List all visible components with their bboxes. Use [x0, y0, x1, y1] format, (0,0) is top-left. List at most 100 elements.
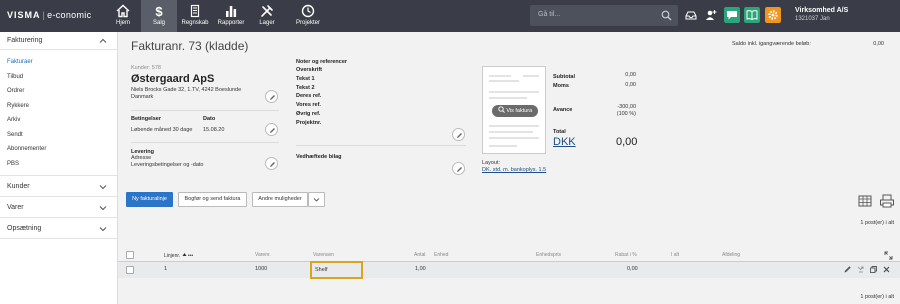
- sidebar-item-abonnementer[interactable]: Abonnementer: [0, 142, 117, 157]
- avance-percent: (100 %): [616, 111, 636, 117]
- chevron-up-icon: [99, 38, 107, 43]
- chat-icon[interactable]: [724, 7, 740, 23]
- more-options-button[interactable]: Andre muligheder: [252, 192, 308, 207]
- field-tekst-2: Tekst 2: [296, 85, 315, 91]
- sidebar-item-sendt[interactable]: Sendt: [0, 128, 117, 143]
- cell-antal[interactable]: 1,00: [415, 266, 426, 272]
- sidebar-section-fakturering[interactable]: Fakturering: [0, 32, 117, 50]
- currency-link[interactable]: DKK: [553, 136, 576, 148]
- edit-delivery-button[interactable]: [265, 157, 278, 170]
- edit-terms-button[interactable]: [265, 123, 278, 136]
- edit-attachments-button[interactable]: [452, 162, 465, 175]
- customer-country: Danmark: [131, 94, 154, 100]
- clock-icon: [301, 4, 315, 18]
- row-checkbox[interactable]: [126, 266, 134, 274]
- delete-x-icon[interactable]: [882, 265, 891, 274]
- pencil-icon[interactable]: [843, 265, 852, 274]
- table-view-icon[interactable]: [855, 192, 875, 210]
- col-afdeling[interactable]: Afdeling: [722, 252, 740, 258]
- chevron-down-icon: [313, 198, 320, 202]
- sidebar-section-kunder[interactable]: Kunder: [0, 176, 117, 197]
- search-icon[interactable]: [661, 10, 672, 21]
- record-count-top: 1 post(er) i alt: [860, 220, 894, 226]
- tools-icon: [261, 5, 273, 17]
- top-navigation-bar: VISMA | e-conomic Hjem $ Salg Regnskab Rap…: [0, 0, 900, 32]
- sidebar-item-arkiv[interactable]: Arkiv: [0, 113, 117, 128]
- print-icon[interactable]: [877, 192, 897, 210]
- table-row[interactable]: 1 1000 1,00 0,00: [118, 262, 900, 278]
- search-icon: [498, 106, 505, 113]
- saldo-label: Saldo inkl. igangværende beløb:: [732, 41, 811, 47]
- sidebar-section-opsaetning[interactable]: Opsætning: [0, 218, 117, 239]
- sidebar-item-tilbud[interactable]: Tilbud: [0, 70, 117, 85]
- cell-varenr[interactable]: 1000: [255, 266, 267, 272]
- customer-name[interactable]: Østergaard ApS: [131, 73, 214, 85]
- chevron-down-icon: [99, 227, 107, 232]
- record-count-bottom: 1 post(er) i alt: [860, 294, 894, 300]
- delivery-terms: Leveringsbetingelser og -dato: [131, 162, 204, 168]
- sort-ascending-icon: [182, 253, 187, 256]
- edit-customer-button[interactable]: [265, 90, 278, 103]
- nav-tab-hjem[interactable]: Hjem: [105, 0, 141, 32]
- nav-tab-salg[interactable]: $ Salg: [141, 0, 177, 32]
- sidebar-section-varer[interactable]: Varer: [0, 197, 117, 218]
- divider: [131, 142, 279, 143]
- pencil-icon: [269, 161, 275, 167]
- cell-linjenr: 1: [164, 266, 168, 272]
- split-icon[interactable]: [856, 265, 865, 274]
- book-icon[interactable]: [744, 7, 760, 23]
- attachments-label: Vedhæftede bilag: [296, 154, 342, 160]
- field-overskrift: Overskrift: [296, 67, 322, 73]
- col-linjenr[interactable]: Linjenr. •••: [164, 252, 193, 259]
- col-varenavn[interactable]: Varenavn: [313, 252, 334, 258]
- field-vores-ref: Vores ref.: [296, 102, 321, 108]
- bar-chart-icon: [226, 6, 237, 17]
- pencil-icon: [269, 94, 275, 100]
- sidebar-item-pbs[interactable]: PBS: [0, 157, 117, 172]
- sidebar-item-ordrer[interactable]: Ordrer: [0, 84, 117, 99]
- col-enhedspris[interactable]: Enhedspris: [536, 252, 561, 258]
- col-varenr[interactable]: Varenr.: [255, 252, 271, 258]
- column-options-icon[interactable]: •••: [188, 253, 193, 259]
- field-deres-ref: Deres ref.: [296, 93, 322, 99]
- col-rabat[interactable]: Rabat i %: [615, 252, 637, 258]
- more-options-dropdown[interactable]: [308, 192, 325, 207]
- delivery-address: Adresse: [131, 155, 152, 161]
- user-add-icon[interactable]: [703, 7, 719, 23]
- col-enhed[interactable]: Enhed: [434, 252, 448, 258]
- copy-icon[interactable]: [869, 265, 878, 274]
- sidebar-item-fakturaer[interactable]: Fakturaer: [0, 55, 117, 70]
- subtotal-label: Subtotal: [553, 74, 575, 80]
- home-icon: [116, 4, 130, 18]
- account-info[interactable]: Virksomhed A/S 1321037 Jan: [795, 7, 848, 22]
- nav-tab-projekter[interactable]: Projekter: [290, 0, 326, 32]
- nav-tab-regnskab[interactable]: Regnskab: [177, 0, 213, 32]
- invoice-preview-thumbnail[interactable]: Vis faktura: [482, 66, 546, 154]
- main-content: Fakturanr. 73 (kladde) Saldo inkl. igang…: [118, 32, 900, 304]
- dollar-icon: $: [155, 4, 163, 18]
- table-header: Linjenr. ••• Varenr. Varenavn Antal Enhe…: [118, 248, 900, 262]
- new-invoice-line-button[interactable]: Ny fakturalinje: [126, 192, 173, 207]
- view-invoice-button[interactable]: Vis faktura: [492, 105, 538, 117]
- notes-heading: Noter og referencer: [296, 59, 348, 65]
- settings-gear-icon[interactable]: [765, 7, 781, 23]
- col-i-alt[interactable]: I alt: [671, 252, 679, 258]
- pencil-icon: [456, 166, 462, 172]
- app-logo[interactable]: VISMA | e-conomic: [7, 10, 91, 20]
- edit-notes-button[interactable]: [452, 128, 465, 141]
- cell-rabat[interactable]: 0,00: [627, 266, 638, 272]
- col-antal[interactable]: Antal: [414, 252, 425, 258]
- sidebar-item-rykkere[interactable]: Rykkere: [0, 99, 117, 114]
- nav-tab-rapporter[interactable]: Rapporter: [213, 0, 249, 32]
- pencil-icon: [456, 132, 462, 138]
- cell-varenavn-highlighted[interactable]: Shelf: [310, 261, 363, 279]
- layout-link[interactable]: DK. std. m. bankoplys. 1.5: [482, 167, 546, 173]
- inbox-icon[interactable]: [683, 7, 699, 23]
- sidebar-submenu: Fakturaer Tilbud Ordrer Rykkere Arkiv Se…: [0, 50, 117, 176]
- select-all-checkbox[interactable]: [126, 251, 134, 259]
- nav-tab-lager[interactable]: Lager: [249, 0, 285, 32]
- date-value: 15.08.20: [203, 127, 225, 133]
- search-input[interactable]: Gå til...: [530, 5, 678, 26]
- moms-label: Moms: [553, 83, 569, 89]
- book-and-send-button[interactable]: Bogfør og send faktura: [178, 192, 247, 207]
